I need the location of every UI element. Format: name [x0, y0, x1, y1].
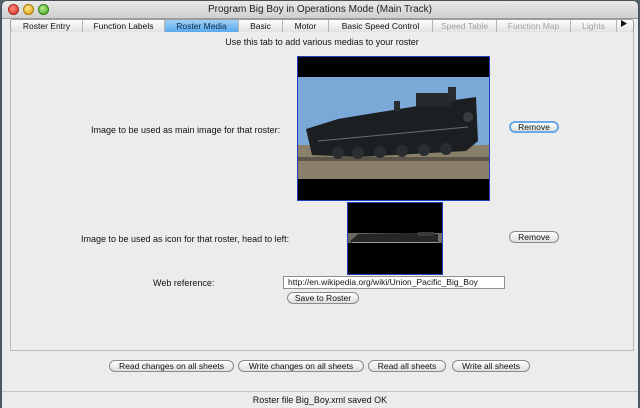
media-instruction: Use this tab to add various medias to yo… — [225, 37, 419, 47]
icon-image[interactable] — [347, 202, 443, 275]
minimize-window-icon[interactable] — [23, 4, 34, 15]
read-all-sheets-button[interactable]: Read all sheets — [368, 360, 446, 372]
write-changes-button[interactable]: Write changes on all sheets — [238, 360, 364, 372]
main-image[interactable] — [297, 56, 490, 201]
window-title: Program Big Boy in Operations Mode (Main… — [208, 4, 432, 15]
tab-overflow-arrow-icon[interactable] — [617, 20, 631, 32]
zoom-window-icon[interactable] — [38, 4, 49, 15]
tab-speed-table: Speed Table — [433, 20, 497, 32]
tab-function-labels[interactable]: Function Labels — [83, 20, 165, 32]
tab-lights: Lights — [571, 20, 617, 32]
locomotive-photo — [298, 57, 489, 200]
main-image-label: Image to be used as main image for that … — [91, 125, 281, 135]
read-changes-button[interactable]: Read changes on all sheets — [109, 360, 234, 372]
status-separator — [2, 391, 638, 392]
status-message: Roster file Big_Boy.xml saved OK — [252, 395, 388, 405]
tab-basic[interactable]: Basic — [239, 20, 283, 32]
save-to-roster-button[interactable]: Save to Roster — [287, 292, 359, 304]
write-all-sheets-button[interactable]: Write all sheets — [452, 360, 530, 372]
tab-roster-entry[interactable]: Roster Entry — [11, 20, 83, 32]
roster-media-panel: Use this tab to add various medias to yo… — [10, 32, 634, 351]
tab-motor[interactable]: Motor — [283, 20, 329, 32]
program-window: Program Big Boy in Operations Mode (Main… — [2, 1, 638, 408]
close-window-icon[interactable] — [8, 4, 19, 15]
web-reference-label: Web reference: — [153, 278, 215, 288]
locomotive-icon-photo — [348, 203, 442, 274]
tab-roster-media[interactable]: Roster Media — [165, 20, 239, 32]
remove-icon-image-button[interactable]: Remove — [509, 231, 559, 243]
tab-basic-speed-control[interactable]: Basic Speed Control — [329, 20, 433, 32]
title-bar[interactable]: Program Big Boy in Operations Mode (Main… — [2, 1, 638, 19]
remove-main-image-button[interactable]: Remove — [509, 121, 559, 133]
icon-image-label: Image to be used as icon for that roster… — [81, 234, 290, 244]
tab-function-map: Function Map — [497, 20, 571, 32]
tab-bar: Roster Entry Function Labels Roster Medi… — [10, 19, 634, 33]
web-reference-input[interactable]: http://en.wikipedia.org/wiki/Union_Pacif… — [283, 276, 505, 289]
